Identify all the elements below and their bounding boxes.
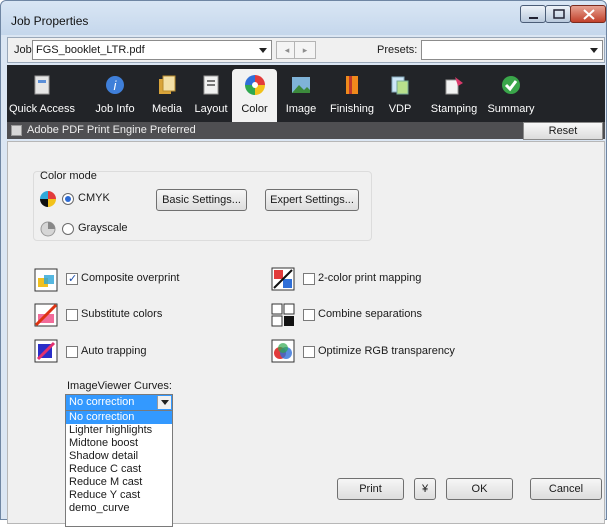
optimize-rgb-checkbox[interactable] bbox=[303, 346, 315, 358]
curves-select[interactable]: No correction bbox=[65, 394, 173, 411]
maximize-icon bbox=[553, 9, 565, 19]
two-color-mapping-checkbox[interactable] bbox=[303, 273, 315, 285]
chevron-down-icon[interactable] bbox=[157, 396, 171, 409]
curves-option-shadow-detail[interactable]: Shadow detail bbox=[66, 450, 172, 463]
optimize-rgb-label: Optimize RGB transparency bbox=[318, 345, 455, 357]
combine-separations-checkbox[interactable] bbox=[303, 309, 315, 321]
image-icon bbox=[292, 77, 310, 93]
composite-overprint-label: Composite overprint bbox=[81, 272, 180, 284]
tab-label: Quick Access bbox=[8, 103, 76, 115]
tab-quick-access[interactable]: Quick Access bbox=[7, 65, 77, 119]
two-color-mapping-label: 2-color print mapping bbox=[318, 272, 422, 284]
curves-option-no-correction[interactable]: No correction bbox=[66, 411, 172, 424]
tab-label: Stamping bbox=[430, 103, 478, 115]
stamping-icon bbox=[445, 77, 463, 95]
tab-color[interactable]: Color bbox=[232, 69, 277, 125]
grayscale-label: Grayscale bbox=[78, 222, 128, 234]
tab-vdp[interactable]: VDP bbox=[383, 65, 417, 119]
tab-summary[interactable]: Summary bbox=[484, 65, 538, 119]
combine-separations-label: Combine separations bbox=[318, 308, 422, 320]
tab-label: Layout bbox=[194, 103, 228, 115]
tab-label: Finishing bbox=[329, 103, 375, 115]
curves-option-reduce-y-cast[interactable]: Reduce Y cast bbox=[66, 489, 172, 502]
composite-overprint-icon bbox=[34, 268, 58, 292]
tab-stamping[interactable]: Stamping bbox=[426, 65, 482, 119]
rgb-transparency-icon bbox=[271, 339, 295, 363]
curves-label: ImageViewer Curves: bbox=[67, 380, 172, 392]
category-toolbar: Quick Access i Job Info Media Layout Col… bbox=[7, 65, 605, 125]
grayscale-icon bbox=[40, 221, 56, 237]
cmyk-radio[interactable] bbox=[62, 193, 74, 205]
ok-button[interactable]: OK bbox=[446, 478, 513, 500]
summary-check-icon bbox=[502, 76, 520, 94]
substitute-colors-label: Substitute colors bbox=[81, 308, 163, 320]
grayscale-radio[interactable] bbox=[62, 223, 74, 235]
next-job-button[interactable]: ▸ bbox=[294, 41, 316, 59]
presets-select[interactable] bbox=[421, 40, 603, 60]
finishing-icon bbox=[346, 76, 358, 94]
basic-settings-button[interactable]: Basic Settings... bbox=[156, 189, 247, 211]
print-button[interactable]: Print bbox=[337, 478, 404, 500]
auto-trapping-label: Auto trapping bbox=[81, 345, 147, 357]
close-icon bbox=[583, 9, 595, 20]
info-icon: i bbox=[106, 76, 124, 94]
curves-option-reduce-m-cast[interactable]: Reduce M cast bbox=[66, 476, 172, 489]
combine-separations-icon bbox=[271, 303, 295, 327]
tab-label: Image bbox=[285, 103, 317, 115]
media-icon bbox=[159, 75, 176, 94]
color-mode-title: Color mode bbox=[40, 170, 97, 182]
tab-media[interactable]: Media bbox=[143, 65, 191, 119]
auto-trapping-checkbox[interactable] bbox=[66, 346, 78, 358]
two-color-mapping-icon bbox=[271, 267, 295, 291]
auto-trapping-icon bbox=[34, 339, 58, 363]
color-wheel-icon bbox=[244, 75, 265, 95]
layout-icon bbox=[203, 75, 219, 95]
tab-finishing[interactable]: Finishing bbox=[324, 65, 380, 119]
minimize-icon bbox=[529, 17, 538, 19]
tab-image[interactable]: Image bbox=[279, 65, 323, 119]
substitute-colors-checkbox[interactable] bbox=[66, 309, 78, 321]
close-button[interactable] bbox=[570, 5, 606, 23]
curves-dropdown-list: No correction Lighter highlights Midtone… bbox=[65, 410, 173, 527]
tab-label: VDP bbox=[388, 103, 412, 115]
tab-layout[interactable]: Layout bbox=[191, 65, 231, 119]
title-bar[interactable]: Job Properties bbox=[1, 1, 606, 35]
curves-option-reduce-c-cast[interactable]: Reduce C cast bbox=[66, 463, 172, 476]
tab-label: Summary bbox=[487, 103, 535, 115]
cmyk-icon bbox=[40, 191, 56, 207]
tab-label: Media bbox=[152, 103, 182, 115]
adobe-pdf-engine-checkbox[interactable] bbox=[11, 125, 22, 136]
presets-label: Presets: bbox=[377, 44, 418, 56]
job-bar: Job: FGS_booklet_LTR.pdf ◂ ▸ Presets: bbox=[7, 37, 605, 63]
maximize-button[interactable] bbox=[545, 5, 571, 23]
adobe-pdf-engine-label: Adobe PDF Print Engine Preferred bbox=[27, 124, 196, 136]
print-options-button[interactable]: ¥ bbox=[414, 478, 436, 500]
chevron-down-icon bbox=[259, 48, 267, 53]
curves-option-midtone-boost[interactable]: Midtone boost bbox=[66, 437, 172, 450]
substitute-colors-icon bbox=[34, 303, 58, 327]
quick-access-icon bbox=[34, 75, 50, 95]
tab-job-info[interactable]: i Job Info bbox=[87, 65, 143, 119]
minimize-button[interactable] bbox=[520, 5, 546, 23]
tab-label: Color bbox=[241, 103, 268, 115]
reset-button[interactable]: Reset bbox=[523, 122, 603, 140]
tab-label: Job Info bbox=[95, 103, 135, 115]
pdf-engine-strip: Adobe PDF Print Engine Preferred bbox=[7, 122, 605, 139]
curves-option-lighter-highlights[interactable]: Lighter highlights bbox=[66, 424, 172, 437]
job-select-value: FGS_booklet_LTR.pdf bbox=[36, 44, 145, 56]
cancel-button[interactable]: Cancel bbox=[530, 478, 602, 500]
curves-select-value: No correction bbox=[69, 396, 135, 408]
expert-settings-button[interactable]: Expert Settings... bbox=[265, 189, 359, 211]
curves-option-demo-curve[interactable]: demo_curve bbox=[66, 502, 172, 515]
chevron-down-icon bbox=[590, 48, 598, 53]
composite-overprint-checkbox[interactable] bbox=[66, 272, 78, 285]
window-title: Job Properties bbox=[11, 14, 89, 28]
cmyk-label: CMYK bbox=[78, 192, 110, 204]
vdp-icon bbox=[391, 76, 409, 95]
job-select[interactable]: FGS_booklet_LTR.pdf bbox=[32, 40, 272, 60]
